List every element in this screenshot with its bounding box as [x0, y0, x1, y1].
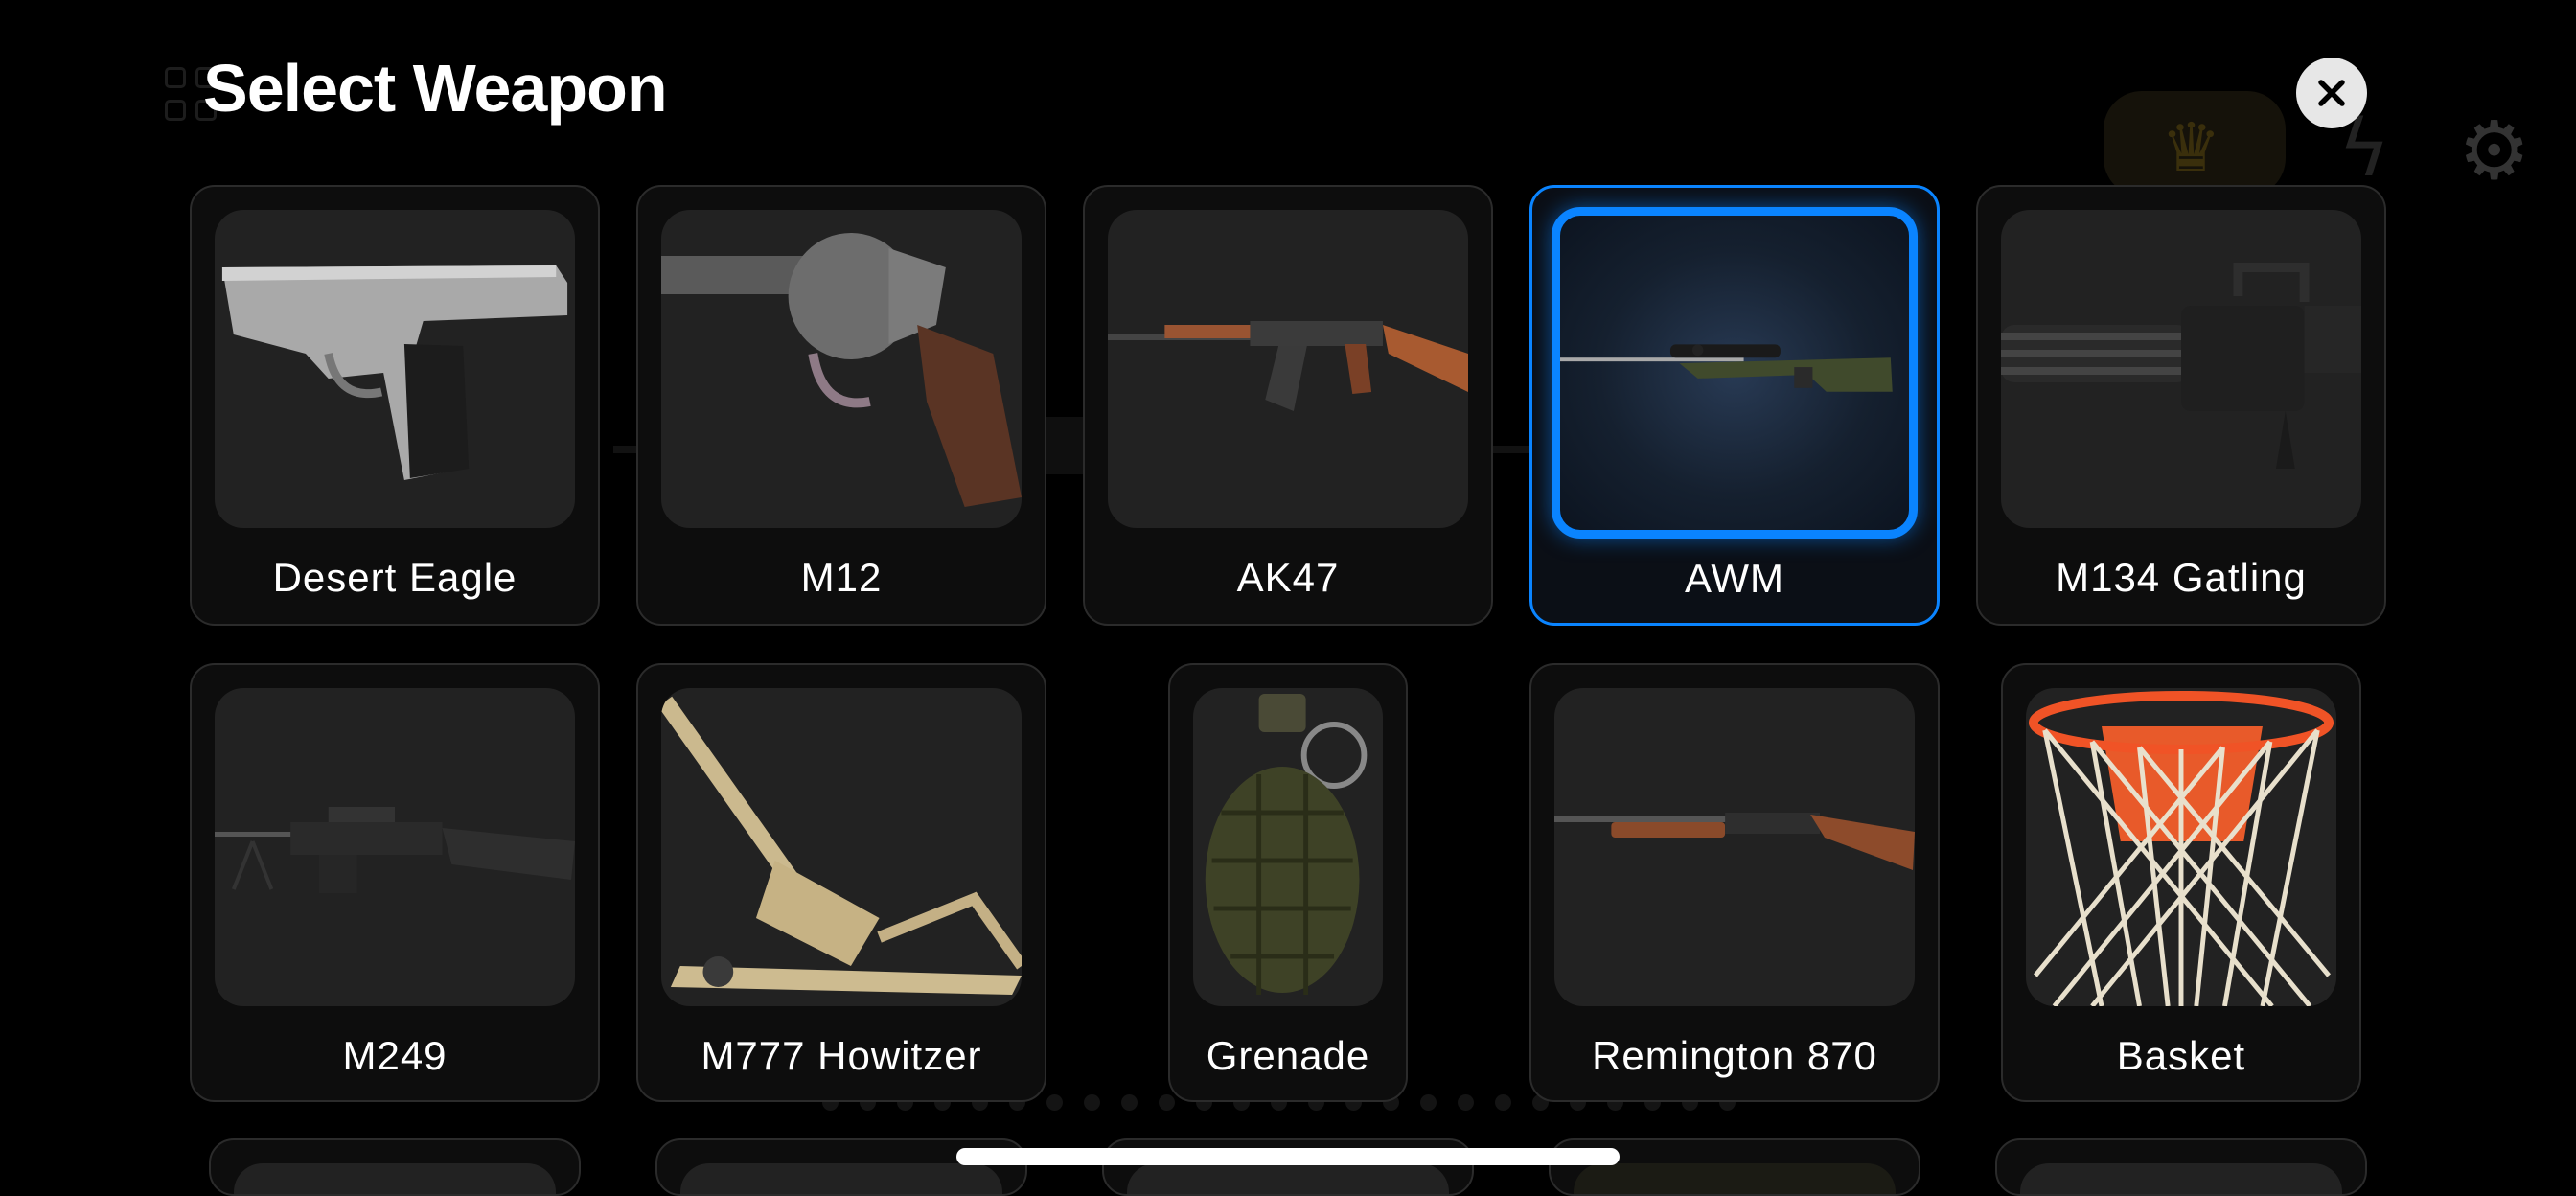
weapon-card-m777-howitzer[interactable]: M777 Howitzer — [636, 663, 1046, 1102]
basketball-hoop-image — [2026, 688, 2336, 1006]
weapon-thumbnail — [234, 1163, 556, 1194]
weapon-card-m134-gatling[interactable]: M134 Gatling — [1976, 185, 2386, 626]
weapon-grid: Desert Eagle M12 AK47 AWM M134 Gatling M… — [0, 0, 2576, 1196]
grenade-image — [1193, 688, 1383, 1006]
weapon-label: M12 — [800, 555, 883, 600]
weapon-card-partial[interactable] — [1549, 1138, 1920, 1196]
weapon-card-basket[interactable]: Basket — [2001, 663, 2361, 1102]
weapon-label: Basket — [2116, 1033, 2246, 1078]
m777-howitzer-image — [661, 688, 1022, 1006]
weapon-card-m249[interactable]: M249 — [190, 663, 600, 1102]
remington-870-image — [1554, 688, 1915, 1006]
m12-revolver-image — [661, 210, 1022, 528]
m249-image — [215, 688, 575, 1006]
weapon-label: AK47 — [1236, 555, 1340, 600]
weapon-card-grenade[interactable]: Grenade — [1168, 663, 1408, 1102]
weapon-card-partial[interactable] — [1995, 1138, 2367, 1196]
weapon-card-ak47[interactable]: AK47 — [1083, 185, 1493, 626]
weapon-label: M777 Howitzer — [701, 1033, 982, 1078]
weapon-card-desert-eagle[interactable]: Desert Eagle — [190, 185, 600, 626]
weapon-card-partial[interactable] — [209, 1138, 581, 1196]
weapon-thumbnail — [680, 1163, 1002, 1194]
weapon-card-partial[interactable] — [1102, 1138, 1474, 1196]
m134-gatling-image — [2001, 210, 2361, 528]
weapon-thumbnail — [1127, 1163, 1449, 1194]
weapon-thumbnail — [1574, 1163, 1896, 1194]
weapon-label: Grenade — [1206, 1033, 1370, 1078]
weapon-card-awm[interactable]: AWM — [1530, 185, 1940, 626]
desert-eagle-image — [215, 210, 575, 528]
weapon-thumbnail — [2020, 1163, 2342, 1194]
awm-image — [1552, 207, 1918, 539]
weapon-label: M249 — [342, 1033, 448, 1078]
weapon-card-remington-870[interactable]: Remington 870 — [1530, 663, 1940, 1102]
ak47-image — [1108, 210, 1468, 528]
weapon-label: Remington 870 — [1592, 1033, 1877, 1078]
home-indicator[interactable] — [956, 1148, 1620, 1165]
weapon-label: M134 Gatling — [2056, 555, 2307, 600]
weapon-card-partial[interactable] — [656, 1138, 1027, 1196]
weapon-card-m12[interactable]: M12 — [636, 185, 1046, 626]
weapon-label: AWM — [1684, 556, 1785, 601]
weapon-label: Desert Eagle — [272, 555, 518, 600]
